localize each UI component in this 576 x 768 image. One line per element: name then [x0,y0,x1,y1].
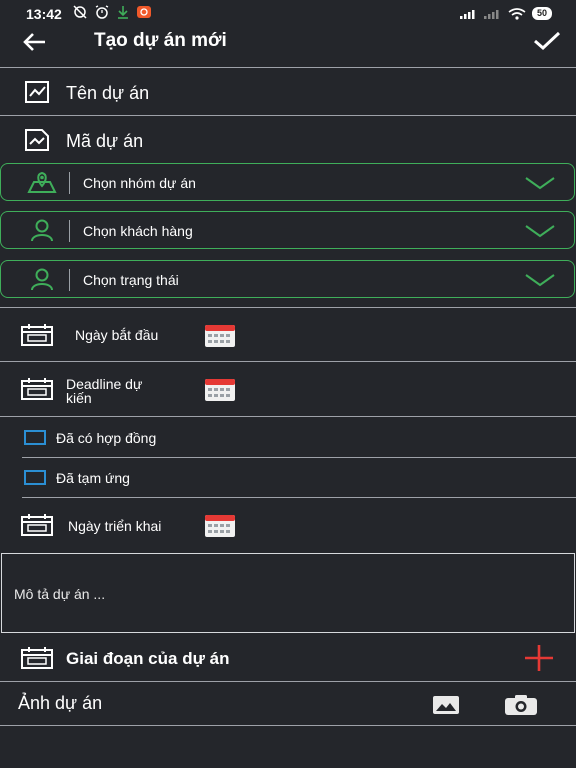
signal-icon [459,9,475,19]
advance-checkbox[interactable] [24,470,46,485]
separator [69,269,70,291]
contract-checkbox-label[interactable]: Đã có hợp đồng [56,430,156,446]
divider [0,67,576,68]
project-name-label: Tên dự án [66,83,150,103]
project-group-select[interactable]: Chọn nhóm dự án [0,163,575,201]
project-code-field[interactable]: Mã dự án [0,118,576,162]
status-label: Chọn trạng thái [83,272,179,288]
page-title: Tạo dự án mới [94,30,227,51]
divider [0,416,576,417]
deadline-label-line2: kiến [66,390,92,406]
project-group-label: Chọn nhóm dự án [83,175,196,191]
divider [0,725,576,726]
calendar-outline-icon [21,514,53,536]
project-phases-row: Giai đoạn của dự án [0,636,576,680]
project-images-row: Ảnh dự án [0,684,576,724]
chart-document-icon [25,81,49,103]
camera-icon[interactable] [504,694,538,716]
wifi-icon [508,7,526,20]
calendar-outline-icon [21,647,53,669]
deploy-date-label: Ngày triển khai [68,518,162,534]
project-images-label: Ảnh dự án [18,693,103,713]
code-document-icon [25,129,49,151]
divider [0,361,576,362]
back-arrow-icon[interactable] [22,30,48,56]
status-bar: 13:42 50 [0,0,576,28]
deploy-date-row[interactable]: Ngày triển khai [0,500,576,550]
customer-label: Chọn khách hàng [83,223,193,239]
start-date-label: Ngày bắt đầu [75,327,159,343]
calendar-icon[interactable] [204,512,236,538]
calendar-icon[interactable] [204,376,236,402]
project-phases-label: Giai đoạn của dự án [66,649,230,668]
description-textarea[interactable]: Mô tả dự án ... [1,553,575,633]
sync-off-icon [73,5,87,19]
separator [69,220,70,242]
project-name-field[interactable]: Tên dự án [0,70,576,114]
checkmark-save-icon[interactable] [532,28,562,54]
advance-checkbox-label[interactable]: Đã tạm ứng [56,470,130,486]
chevron-down-icon [525,274,555,287]
divider [0,115,576,116]
user-icon [31,268,53,291]
customer-select[interactable]: Chọn khách hàng [0,211,575,249]
status-system-icons: 50 [459,7,552,20]
battery-indicator: 50 [531,7,552,20]
contract-checkbox[interactable] [24,430,46,445]
calendar-outline-icon [21,324,53,346]
chevron-down-icon [525,177,555,190]
project-code-label: Mã dự án [66,131,144,151]
alarm-icon [95,5,109,19]
description-placeholder: Mô tả dự án ... [14,586,106,602]
status-time: 13:42 [26,6,62,22]
map-pin-icon [27,171,57,193]
divider [0,307,576,308]
divider [22,497,576,498]
signal-2-icon [483,9,499,19]
status-notification-icons [72,5,152,19]
status-select[interactable]: Chọn trạng thái [0,260,575,298]
chevron-down-icon [525,225,555,238]
separator [69,172,70,194]
start-date-row[interactable]: Ngày bắt đầu [0,310,576,360]
download-icon [118,6,128,19]
deadline-row[interactable]: Deadline dự kiến [0,364,576,414]
calendar-icon[interactable] [204,322,236,348]
add-icon[interactable] [524,644,554,672]
divider [0,681,576,682]
app-header: Tạo dự án mới [0,28,576,68]
app-notification-icon [137,6,151,18]
user-icon [31,219,53,242]
calendar-outline-icon [21,378,53,400]
divider [22,457,576,458]
image-gallery-icon[interactable] [432,695,460,715]
